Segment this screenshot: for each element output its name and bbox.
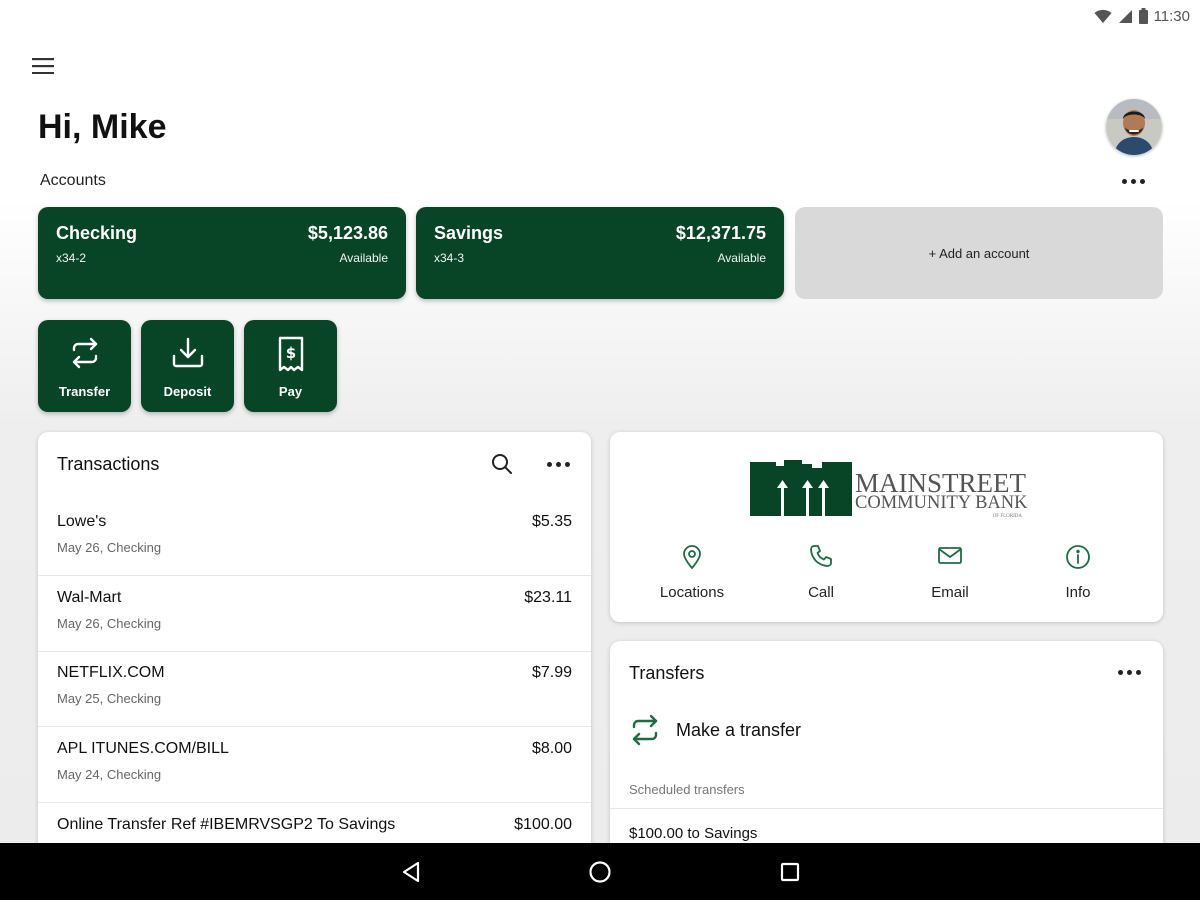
status-bar: 11:30 [1000, 0, 1200, 32]
transaction-row[interactable]: Lowe's May 26, Checking $5.35 [38, 500, 591, 576]
avatar[interactable] [1106, 99, 1162, 155]
transactions-more-button[interactable] [547, 459, 571, 469]
more-dot-icon [1140, 178, 1145, 184]
locations-button[interactable]: Locations [642, 544, 742, 601]
back-button[interactable] [396, 857, 426, 887]
account-name: Savings [434, 223, 504, 243]
transaction-merchant: Wal-Mart [57, 589, 122, 606]
pay-icon: $ [278, 336, 303, 372]
pay-action-button[interactable]: $ Pay [244, 320, 337, 412]
account-number: x34-3 [434, 251, 465, 265]
bank-logo: MAINSTREET COMMUNITY BANK OF FLORIDA [750, 460, 1028, 519]
email-button[interactable]: Email [900, 544, 1000, 601]
accounts-more-button[interactable] [1122, 174, 1148, 188]
transaction-amount: $7.99 [531, 664, 572, 681]
hamburger-icon [32, 58, 54, 74]
deposit-icon [172, 337, 203, 368]
transaction-amount: $100.00 [514, 816, 572, 833]
more-dot-icon [1118, 669, 1123, 675]
contact-label: Email [931, 584, 969, 601]
accounts-label: Accounts [40, 172, 106, 189]
action-label: Deposit [163, 384, 212, 399]
contact-label: Locations [659, 584, 725, 601]
transaction-meta: May 24, Checking [57, 767, 162, 782]
phone-icon [810, 545, 832, 567]
more-dot-icon [556, 461, 561, 467]
greeting-title: Hi, Mike [38, 108, 167, 146]
info-icon [1066, 545, 1090, 569]
more-dot-icon [1127, 669, 1132, 675]
home-circle-icon [589, 861, 611, 883]
transaction-amount: $8.00 [531, 740, 572, 757]
transaction-merchant: NETFLIX.COM [57, 664, 165, 681]
menu-button[interactable] [26, 50, 60, 82]
balance-label: Available [717, 251, 766, 265]
cell-signal-icon [1118, 9, 1133, 24]
battery-icon [1138, 8, 1148, 24]
make-transfer-label: Make a transfer [676, 719, 802, 740]
transactions-search-button[interactable] [488, 450, 516, 478]
more-dot-icon [547, 461, 552, 467]
contact-label: Call [808, 584, 834, 601]
home-button[interactable] [585, 857, 615, 887]
bank-logo-line2: COMMUNITY BANK [855, 493, 1028, 513]
divider [610, 808, 1163, 809]
transfer-action-button[interactable]: Transfer [38, 320, 131, 412]
recents-button[interactable] [775, 857, 805, 887]
email-icon [938, 547, 962, 564]
scheduled-transfers-label: Scheduled transfers [629, 782, 745, 797]
more-dot-icon [1122, 178, 1127, 184]
contact-label: Info [1065, 584, 1091, 601]
bank-logo-line3: OF FLORIDA [993, 514, 1023, 519]
action-label: Pay [278, 384, 303, 399]
location-pin-icon [683, 545, 701, 570]
transaction-merchant: APL ITUNES.COM/BILL [57, 740, 229, 757]
transaction-merchant: Online Transfer Ref #IBEMRVSGP2 To Savin… [57, 816, 396, 833]
transfer-icon [72, 337, 97, 369]
balance-label: Available [339, 251, 388, 265]
transaction-row[interactable]: APL ITUNES.COM/BILL May 24, Checking $8.… [38, 727, 591, 803]
info-button[interactable]: Info [1028, 544, 1128, 601]
call-button[interactable]: Call [771, 544, 871, 601]
system-navigation-bar [0, 843, 1200, 900]
scheduled-transfer-item[interactable]: $100.00 to Savings [629, 825, 757, 842]
account-card-savings[interactable]: Savings x34-3 $12,371.75 Available [416, 207, 784, 299]
more-dot-icon [565, 461, 570, 467]
bank-info-card: MAINSTREET COMMUNITY BANK OF FLORIDA Loc… [610, 432, 1163, 622]
search-icon [492, 454, 512, 474]
transfer-icon [632, 714, 658, 746]
account-balance: $5,123.86 [307, 223, 388, 243]
transaction-amount: $23.11 [524, 589, 572, 606]
add-account-button[interactable]: + Add an account [795, 207, 1163, 299]
action-label: Transfer [58, 384, 111, 399]
transfers-more-button[interactable] [1118, 667, 1142, 677]
transactions-title: Transactions [57, 454, 160, 474]
account-balance: $12,371.75 [675, 223, 766, 243]
more-dot-icon [1136, 669, 1141, 675]
transaction-meta: May 26, Checking [57, 616, 162, 631]
make-transfer-button[interactable]: Make a transfer [628, 713, 801, 747]
transaction-meta: May 26, Checking [57, 540, 162, 555]
account-card-checking[interactable]: Checking x34-2 $5,123.86 Available [38, 207, 406, 299]
transaction-meta: May 25, Checking [57, 691, 162, 706]
status-time: 11:30 [1153, 7, 1190, 25]
wifi-icon [1094, 9, 1112, 24]
transaction-row[interactable]: Wal-Mart May 26, Checking $23.11 [38, 576, 591, 652]
account-number: x34-2 [56, 251, 87, 265]
back-triangle-icon [402, 861, 420, 883]
transaction-merchant: Lowe's [57, 513, 107, 530]
transfers-title: Transfers [629, 663, 705, 683]
transfers-card: Transfers Make a transfer Scheduled tran… [610, 641, 1163, 871]
transaction-amount: $5.35 [531, 513, 572, 530]
account-name: Checking [56, 223, 138, 243]
recents-square-icon [780, 862, 800, 882]
deposit-action-button[interactable]: Deposit [141, 320, 234, 412]
more-dot-icon [1131, 178, 1136, 184]
transactions-card: Transactions Lowe's May 26, Checking $5.… [38, 432, 591, 862]
svg-text:$: $ [285, 344, 295, 362]
transaction-row[interactable]: NETFLIX.COM May 25, Checking $7.99 [38, 651, 591, 727]
